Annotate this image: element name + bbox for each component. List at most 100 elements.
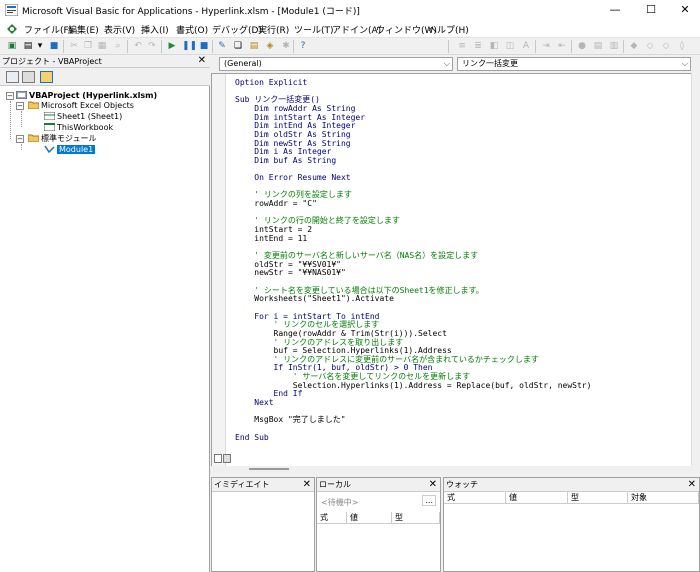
horizontal-scroll-thumb[interactable]: [249, 468, 289, 470]
code-line[interactable]: rowAddr = "C": [235, 199, 317, 208]
expand-toggle-root[interactable]: −: [6, 92, 14, 100]
design-mode-icon[interactable]: ✎: [216, 40, 228, 52]
outdent-icon[interactable]: ⇤: [556, 40, 568, 52]
cut-icon[interactable]: ✂: [68, 40, 80, 52]
expand-toggle-excel-objects[interactable]: −: [16, 102, 24, 110]
menu-edit[interactable]: 編集(E): [68, 23, 99, 36]
list-props-icon[interactable]: ≡: [456, 40, 468, 52]
complete-word-icon[interactable]: A: [520, 40, 532, 52]
code-vertical-scrollbar[interactable]: [691, 73, 700, 465]
procedure-view-button[interactable]: [214, 454, 222, 463]
code-line[interactable]: Dim intStart As Integer: [235, 113, 365, 122]
code-horizontal-scrollbar[interactable]: [211, 466, 700, 472]
watch-col-context[interactable]: 対象: [628, 492, 699, 504]
tree-item-module1[interactable]: Module1: [44, 144, 96, 155]
maximize-button[interactable]: ☐: [634, 0, 668, 20]
excel-view-icon[interactable]: ▣: [6, 40, 18, 52]
code-line[interactable]: MsgBox "完了しました": [235, 415, 345, 424]
code-line[interactable]: oldStr = "¥¥SV01¥": [235, 260, 341, 269]
watch-col-type[interactable]: 型: [568, 492, 628, 504]
next-bookmark-icon[interactable]: ◇: [644, 40, 656, 52]
procedure-combo[interactable]: リンク一括変更 ⌵: [457, 57, 691, 71]
copy-icon[interactable]: ❐: [82, 40, 94, 52]
reset-icon[interactable]: ■: [198, 40, 210, 52]
code-line[interactable]: buf = Selection.Hyperlinks(1).Address: [235, 346, 452, 355]
menu-view[interactable]: 表示(V): [104, 23, 135, 36]
menu-format[interactable]: 書式(O): [176, 23, 208, 36]
code-line[interactable]: ' リンクの列を設定します: [235, 190, 352, 199]
break-icon[interactable]: ❚❚: [182, 40, 197, 52]
toggle-bookmark-icon[interactable]: ◆: [628, 40, 640, 52]
dropdown-icon[interactable]: ▾: [34, 40, 46, 52]
locals-close-button[interactable]: ✕: [429, 478, 437, 491]
menu-help[interactable]: ヘルプ(H): [428, 23, 469, 36]
code-line[interactable]: Selection.Hyperlinks(1).Address = Replac…: [235, 381, 592, 390]
code-line[interactable]: Range(rowAddr & Trim(Str(i))).Select: [235, 329, 447, 338]
code-line[interactable]: Worksheets("Sheet1").Activate: [235, 294, 394, 303]
code-line[interactable]: ' サーバ名を変更してリンクのセルを更新します: [235, 372, 470, 381]
code-margin[interactable]: [212, 74, 226, 466]
menu-insert[interactable]: 挿入(I): [141, 23, 169, 36]
paste-icon[interactable]: ▦: [96, 40, 108, 52]
code-line[interactable]: On Error Resume Next: [235, 173, 350, 182]
vba-menu-icon[interactable]: [6, 23, 18, 35]
tree-item-thisworkbook[interactable]: ThisWorkbook: [44, 122, 113, 133]
menu-tools[interactable]: ツール(T): [294, 23, 334, 36]
code-line[interactable]: Dim i As Integer: [235, 147, 331, 156]
locals-col-type[interactable]: 型: [392, 512, 440, 524]
redo-icon[interactable]: ↷: [146, 40, 158, 52]
run-icon[interactable]: ▶: [166, 40, 178, 52]
view-object-button[interactable]: [22, 71, 35, 83]
quick-info-icon[interactable]: ◧: [488, 40, 500, 52]
save-icon[interactable]: ■: [48, 40, 60, 52]
toolbox-icon[interactable]: ✱: [280, 40, 292, 52]
locals-col-value[interactable]: 値: [347, 512, 392, 524]
code-line[interactable]: ' リンクのアドレスを取り出します: [235, 338, 404, 347]
previous-bookmark-icon[interactable]: ◇: [660, 40, 672, 52]
tree-item-std-modules[interactable]: 標準モジュール: [28, 133, 96, 144]
tree-item-excel-objects[interactable]: Microsoft Excel Objects: [28, 100, 134, 111]
code-line[interactable]: End If: [235, 389, 303, 398]
code-line[interactable]: intStart = 2: [235, 225, 312, 234]
view-code-button[interactable]: [6, 71, 19, 83]
menu-addins[interactable]: アドイン(A): [332, 23, 381, 36]
toggle-folders-button[interactable]: [40, 71, 53, 83]
code-line[interactable]: Dim oldStr As String: [235, 130, 350, 139]
param-info-icon[interactable]: ◫: [504, 40, 516, 52]
immediate-close-button[interactable]: ✕: [303, 478, 311, 491]
code-line[interactable]: ' 変更前のサーバ名と新しいサーバ名（NAS名）を設定します: [235, 251, 478, 260]
find-icon[interactable]: ⌕: [112, 40, 124, 52]
locals-col-expression[interactable]: 式: [317, 512, 347, 524]
project-explorer-close-button[interactable]: ✕: [198, 55, 206, 66]
code-line[interactable]: ' リンクのアドレスに変更前のサーバ名が含まれているかチェックします: [235, 355, 539, 364]
help-icon[interactable]: ?: [297, 40, 309, 52]
code-line[interactable]: Dim intEnd As Integer: [235, 121, 355, 130]
code-line[interactable]: ' リンクのセルを選択します: [235, 320, 380, 329]
menu-debug[interactable]: デバッグ(D): [212, 23, 262, 36]
object-combo[interactable]: (General) ⌵: [219, 57, 453, 71]
code-line[interactable]: Next: [235, 398, 273, 407]
clear-bookmarks-icon[interactable]: ◊: [676, 40, 688, 52]
menu-file[interactable]: ファイル(F): [24, 23, 72, 36]
watch-col-value[interactable]: 値: [506, 492, 568, 504]
code-line[interactable]: Dim newStr As String: [235, 139, 350, 148]
immediate-input[interactable]: [212, 492, 314, 571]
tree-item-sheet1[interactable]: Sheet1 (Sheet1): [44, 111, 122, 122]
code-line[interactable]: Dim buf As String: [235, 156, 336, 165]
code-line[interactable]: Option Explicit: [235, 78, 307, 87]
comment-block-icon[interactable]: ▤: [592, 40, 604, 52]
list-constants-icon[interactable]: ≣: [472, 40, 484, 52]
code-line[interactable]: Dim rowAddr As String: [235, 104, 355, 113]
undo-icon[interactable]: ↶: [132, 40, 144, 52]
expand-toggle-std-modules[interactable]: −: [16, 135, 24, 143]
full-module-view-button[interactable]: [223, 454, 231, 463]
minimize-button[interactable]: —: [598, 0, 632, 20]
code-line[interactable]: intEnd = 11: [235, 234, 307, 243]
close-button[interactable]: ✕: [668, 0, 700, 20]
code-line[interactable]: ' リンクの行の開始と終了を設定します: [235, 216, 400, 225]
insert-module-icon[interactable]: ▤: [22, 40, 34, 52]
properties-icon[interactable]: ▤: [248, 40, 260, 52]
code-editor[interactable]: Option Explicit Sub リンク一括変更() Dim rowAddr…: [211, 73, 691, 466]
menu-run[interactable]: 実行(R): [258, 23, 289, 36]
code-line[interactable]: End Sub: [235, 433, 269, 442]
